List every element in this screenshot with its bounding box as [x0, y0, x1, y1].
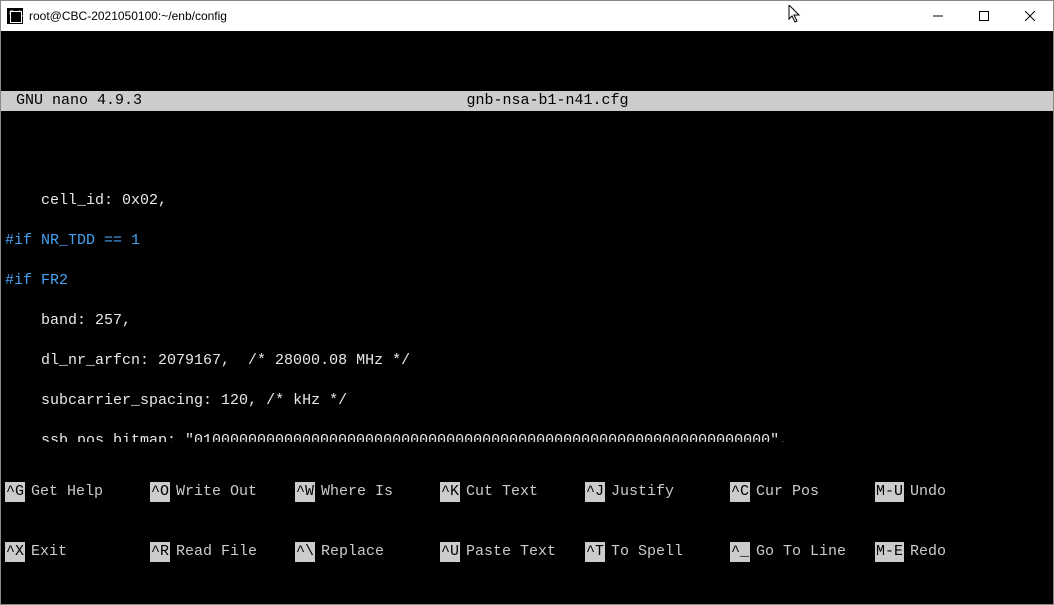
nano-app-label: GNU nano 4.9.3	[1, 91, 142, 111]
window-title: root@CBC-2021050100:~/enb/config	[29, 9, 227, 23]
shortcut-to-spell[interactable]: ^TTo Spell	[585, 542, 730, 562]
shortcut-row-1: ^GGet Help ^OWrite Out ^WWhere Is ^KCut …	[5, 482, 1049, 502]
shortcut-paste-text[interactable]: ^UPaste Text	[440, 542, 585, 562]
titlebar-left: C:\ root@CBC-2021050100:~/enb/config	[7, 8, 227, 24]
cmd-icon: C:\	[7, 8, 23, 24]
shortcut-write-out[interactable]: ^OWrite Out	[150, 482, 295, 502]
shortcut-go-to-line[interactable]: ^_Go To Line	[730, 542, 875, 562]
window-controls	[915, 1, 1053, 31]
shortcut-get-help[interactable]: ^GGet Help	[5, 482, 150, 502]
shortcut-undo[interactable]: M-UUndo	[875, 482, 975, 502]
code-line: #if NR_TDD == 1	[5, 231, 1049, 251]
maximize-button[interactable]	[961, 1, 1007, 31]
shortcut-replace[interactable]: ^\Replace	[295, 542, 440, 562]
shortcut-row-2: ^XExit ^RRead File ^\Replace ^UPaste Tex…	[5, 542, 1049, 562]
terminal-body[interactable]: GNU nano 4.9.3 gnb-nsa-b1-n41.cfg cell_i…	[1, 31, 1053, 604]
shortcut-read-file[interactable]: ^RRead File	[150, 542, 295, 562]
close-button[interactable]	[1007, 1, 1053, 31]
nano-header-right	[953, 91, 1053, 111]
nano-footer: ^GGet Help ^OWrite Out ^WWhere Is ^KCut …	[1, 442, 1053, 604]
shortcut-cut-text[interactable]: ^KCut Text	[440, 482, 585, 502]
window-titlebar[interactable]: C:\ root@CBC-2021050100:~/enb/config	[1, 1, 1053, 31]
shortcut-where-is[interactable]: ^WWhere Is	[295, 482, 440, 502]
code-line: #if FR2	[5, 271, 1049, 291]
shortcut-exit[interactable]: ^XExit	[5, 542, 150, 562]
shortcut-justify[interactable]: ^JJustify	[585, 482, 730, 502]
terminal-window: C:\ root@CBC-2021050100:~/enb/config GNU…	[0, 0, 1054, 605]
code-line: band: 257,	[5, 311, 1049, 331]
shortcut-redo[interactable]: M-ERedo	[875, 542, 975, 562]
code-line: dl_nr_arfcn: 2079167, /* 28000.08 MHz */	[5, 351, 1049, 371]
code-line: subcarrier_spacing: 120, /* kHz */	[5, 391, 1049, 411]
minimize-button[interactable]	[915, 1, 961, 31]
mouse-cursor-icon	[788, 5, 802, 25]
code-line: cell_id: 0x02,	[5, 191, 1049, 211]
nano-filename: gnb-nsa-b1-n41.cfg	[142, 91, 953, 111]
shortcut-cur-pos[interactable]: ^CCur Pos	[730, 482, 875, 502]
nano-header: GNU nano 4.9.3 gnb-nsa-b1-n41.cfg	[1, 91, 1053, 111]
